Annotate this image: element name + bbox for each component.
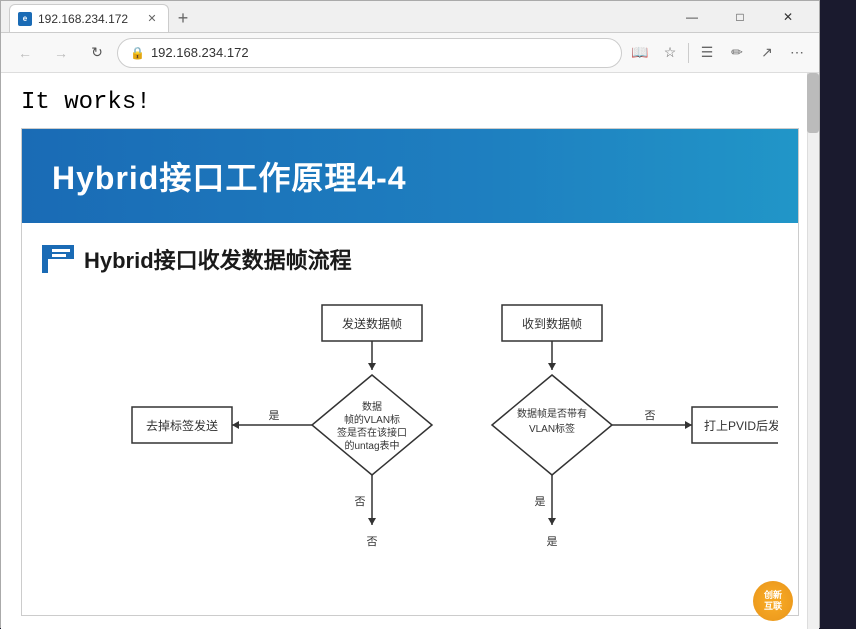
scrollbar-track[interactable] bbox=[807, 73, 819, 629]
svg-text:否: 否 bbox=[645, 410, 656, 422]
maximize-button[interactable]: □ bbox=[717, 1, 763, 33]
browser-tab[interactable]: e 192.168.234.172 ✕ bbox=[9, 4, 169, 32]
maximize-icon: □ bbox=[736, 10, 743, 24]
section-title: Hybrid接口收发数据帧流程 bbox=[84, 243, 352, 275]
svg-text:的untag表中: 的untag表中 bbox=[344, 439, 399, 452]
more-button[interactable]: ⋯ bbox=[783, 39, 811, 67]
svg-text:打上PVID后发: 打上PVID后发 bbox=[704, 418, 778, 433]
svg-text:去掉标签发送: 去掉标签发送 bbox=[146, 418, 218, 433]
navigation-bar: ← → ↻ 🔒 192.168.234.172 📖 ☆ ☰ ✏ bbox=[1, 33, 819, 73]
svg-text:签是否在该接口: 签是否在该接口 bbox=[337, 426, 407, 439]
title-bar: e 192.168.234.172 ✕ + — □ ✕ bbox=[1, 1, 819, 33]
refresh-button[interactable]: ↻ bbox=[81, 37, 113, 69]
close-button[interactable]: ✕ bbox=[765, 1, 811, 33]
slide-body: Hybrid接口收发数据帧流程 发送数据帧 收到数据帧 bbox=[22, 223, 798, 615]
more-icon: ⋯ bbox=[790, 44, 804, 61]
favorites-button[interactable]: ☆ bbox=[656, 39, 684, 67]
forward-icon: → bbox=[54, 45, 68, 61]
slide-header: Hybrid接口工作原理4-4 bbox=[22, 129, 798, 223]
minimize-icon: — bbox=[686, 10, 698, 24]
svg-text:是: 是 bbox=[269, 409, 280, 422]
back-button[interactable]: ← bbox=[9, 37, 41, 69]
svg-text:是: 是 bbox=[535, 495, 546, 508]
desktop-right-strip bbox=[820, 0, 856, 628]
close-icon: ✕ bbox=[783, 10, 793, 24]
slide-title: Hybrid接口工作原理4-4 bbox=[52, 153, 768, 199]
lock-icon: 🔒 bbox=[130, 46, 145, 60]
flowchart: 发送数据帧 收到数据帧 数据 帧的VLAN标 bbox=[42, 295, 778, 595]
reading-mode-button[interactable]: 📖 bbox=[626, 39, 654, 67]
back-icon: ← bbox=[18, 45, 32, 61]
svg-text:数据: 数据 bbox=[362, 400, 382, 413]
share-button[interactable]: ↗ bbox=[753, 39, 781, 67]
node-send-label: 发送数据帧 bbox=[342, 316, 402, 331]
tab-close-button[interactable]: ✕ bbox=[144, 11, 160, 27]
address-text: 192.168.234.172 bbox=[151, 45, 611, 60]
refresh-icon: ↻ bbox=[91, 44, 103, 61]
share-icon: ↗ bbox=[761, 44, 773, 61]
hub-button[interactable]: ☰ bbox=[693, 39, 721, 67]
nav-icons-right: 📖 ☆ ☰ ✏ ↗ ⋯ bbox=[626, 39, 811, 67]
new-tab-button[interactable]: + bbox=[169, 4, 197, 32]
scrollbar-thumb[interactable] bbox=[807, 73, 819, 133]
page-content[interactable]: It works! Hybrid接口工作原理4-4 bbox=[1, 73, 819, 629]
svg-text:帧的VLAN标: 帧的VLAN标 bbox=[344, 413, 400, 426]
reading-icon: 📖 bbox=[631, 44, 648, 61]
watermark: 创新互联 bbox=[753, 581, 799, 621]
tab-area: e 192.168.234.172 ✕ + bbox=[9, 1, 657, 32]
forward-button[interactable]: → bbox=[45, 37, 77, 69]
browser-window: e 192.168.234.172 ✕ + — □ ✕ ← → ↻ bbox=[0, 0, 820, 628]
notes-icon: ✏ bbox=[731, 44, 743, 61]
hub-icon: ☰ bbox=[701, 44, 714, 61]
svg-text:数据帧是否带有: 数据帧是否带有 bbox=[517, 407, 587, 420]
nav-divider bbox=[688, 43, 689, 63]
svg-text:否: 否 bbox=[355, 496, 366, 508]
tab-favicon: e bbox=[18, 12, 32, 26]
star-icon: ☆ bbox=[664, 44, 677, 61]
minimize-button[interactable]: — bbox=[669, 1, 715, 33]
svg-text:VLAN标签: VLAN标签 bbox=[529, 422, 575, 435]
node-receive-label: 收到数据帧 bbox=[522, 316, 582, 331]
window-controls: — □ ✕ bbox=[669, 1, 811, 33]
watermark-circle: 创新互联 bbox=[753, 581, 793, 621]
svg-text:是: 是 bbox=[547, 535, 558, 548]
it-works-text: It works! bbox=[1, 73, 819, 128]
svg-text:否: 否 bbox=[367, 536, 378, 548]
section-icon bbox=[42, 245, 74, 273]
tab-label: 192.168.234.172 bbox=[38, 12, 128, 26]
slide-container: Hybrid接口工作原理4-4 Hybrid接口收发数据帧流程 bbox=[21, 128, 799, 616]
address-bar[interactable]: 🔒 192.168.234.172 bbox=[117, 38, 622, 68]
watermark-text: 创新互联 bbox=[764, 590, 782, 612]
web-notes-button[interactable]: ✏ bbox=[723, 39, 751, 67]
section-title-row: Hybrid接口收发数据帧流程 bbox=[42, 243, 778, 275]
